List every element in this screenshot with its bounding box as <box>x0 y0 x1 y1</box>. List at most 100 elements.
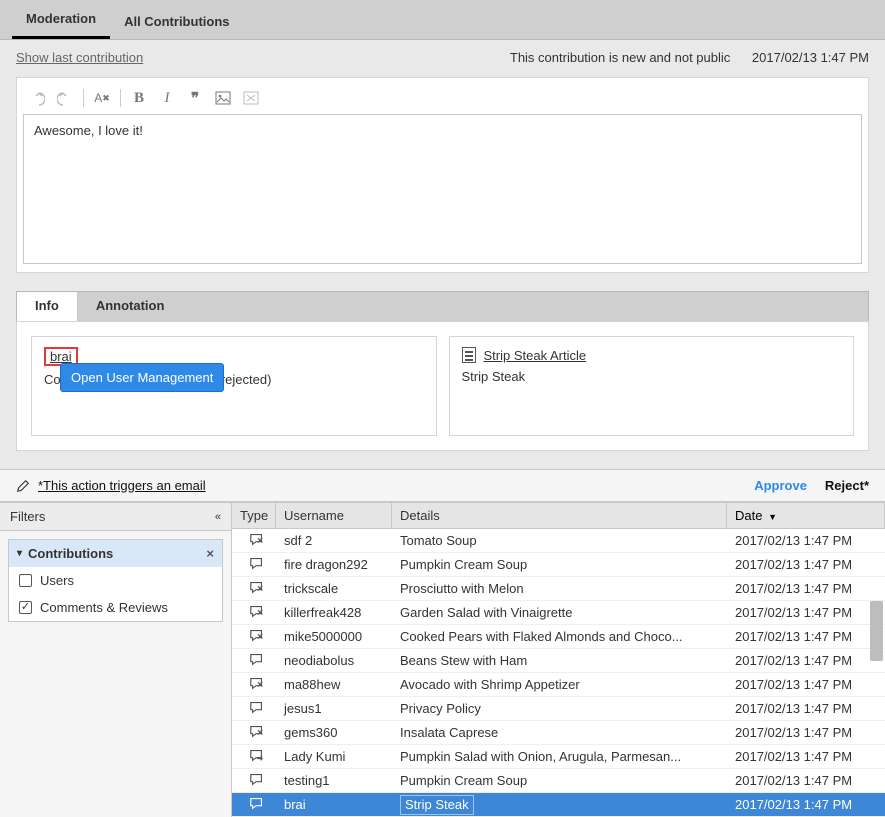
comment-x-icon <box>249 724 265 741</box>
reject-button[interactable]: Reject* <box>825 478 869 493</box>
cell-details: Tomato Soup <box>392 530 727 551</box>
table-row[interactable]: gems360Insalata Caprese2017/02/13 1:47 P… <box>232 721 885 745</box>
cell-date: 2017/02/13 1:47 PM <box>727 578 885 599</box>
table-row[interactable]: fire dragon292Pumpkin Cream Soup2017/02/… <box>232 553 885 577</box>
bold-icon[interactable]: B <box>129 88 149 108</box>
chevron-down-icon: ▾ <box>17 548 22 559</box>
action-bar: *This action triggers an email Approve R… <box>0 469 885 502</box>
cell-details: Cooked Pears with Flaked Almonds and Cho… <box>392 626 727 647</box>
cell-details: Pumpkin Cream Soup <box>392 554 727 575</box>
table-row[interactable]: Lady KumiPumpkin Salad with Onion, Arugu… <box>232 745 885 769</box>
cell-date: 2017/02/13 1:47 PM <box>727 746 885 767</box>
comment-plain-icon <box>249 556 265 573</box>
editor-panel: A✖ B I ❞ Awesome, I love it! <box>16 77 869 273</box>
grid-header: Type Username Details Date ▼ <box>232 503 885 529</box>
table-row[interactable]: ma88hewAvocado with Shrimp Appetizer2017… <box>232 673 885 697</box>
article-title: Strip Steak <box>462 369 842 384</box>
cell-username: sdf 2 <box>276 530 392 551</box>
email-note-link[interactable]: *This action triggers an email <box>38 478 206 493</box>
cell-date: 2017/02/13 1:47 PM <box>727 530 885 551</box>
cell-username: neodiabolus <box>276 650 392 671</box>
cell-details: Insalata Caprese <box>392 722 727 743</box>
scrollbar-thumb[interactable] <box>870 601 883 661</box>
comment-editor[interactable]: Awesome, I love it! <box>23 114 862 264</box>
grid-body[interactable]: sdf 2Tomato Soup2017/02/13 1:47 PMfire d… <box>232 529 885 817</box>
comment-x-icon <box>249 532 265 549</box>
show-last-contribution-link[interactable]: Show last contribution <box>16 50 143 65</box>
tab-moderation[interactable]: Moderation <box>12 1 110 39</box>
table-row[interactable]: sdf 2Tomato Soup2017/02/13 1:47 PM <box>232 529 885 553</box>
filters-sidebar: Filters « ▾ Contributions × Users Commen… <box>0 503 232 817</box>
filter-comments-reviews[interactable]: Comments & Reviews <box>9 594 222 621</box>
cell-details: Prosciutto with Melon <box>392 578 727 599</box>
cell-date: 2017/02/13 1:47 PM <box>727 698 885 719</box>
table-row[interactable]: neodiabolusBeans Stew with Ham2017/02/13… <box>232 649 885 673</box>
checkbox-checked-icon[interactable] <box>19 601 32 614</box>
open-user-management-tooltip[interactable]: Open User Management <box>60 363 224 392</box>
article-link[interactable]: Strip Steak Article <box>484 348 587 363</box>
table-row[interactable]: testing1Pumpkin Cream Soup2017/02/13 1:4… <box>232 769 885 793</box>
insert-image-icon[interactable] <box>213 88 233 108</box>
comment-plain-icon <box>249 652 265 669</box>
filter-users[interactable]: Users <box>9 567 222 594</box>
clear-formatting-icon[interactable]: A✖ <box>92 88 112 108</box>
table-row[interactable]: killerfreak428Garden Salad with Vinaigre… <box>232 601 885 625</box>
user-info-panel: brai Co ntributions placeholder | (0 rej… <box>31 336 437 436</box>
table-row[interactable]: jesus1Privacy Policy2017/02/13 1:47 PM <box>232 697 885 721</box>
checkbox-unchecked-icon[interactable] <box>19 574 32 587</box>
col-header-details[interactable]: Details <box>392 503 727 528</box>
approve-button[interactable]: Approve <box>754 478 807 493</box>
tab-all-contributions[interactable]: All Contributions <box>110 4 243 39</box>
cell-username: mike5000000 <box>276 626 392 647</box>
filters-title: Filters <box>10 509 45 524</box>
collapse-filters-icon[interactable]: « <box>215 511 221 523</box>
comment-plain-icon <box>249 796 265 813</box>
col-header-username[interactable]: Username <box>276 503 392 528</box>
redo-icon[interactable] <box>55 88 75 108</box>
cell-username: ma88hew <box>276 674 392 695</box>
cell-date: 2017/02/13 1:47 PM <box>727 674 885 695</box>
comment-plain-icon <box>249 700 265 717</box>
tab-info[interactable]: Info <box>17 292 78 321</box>
comment-x-icon <box>249 580 265 597</box>
cell-username: killerfreak428 <box>276 602 392 623</box>
cell-date: 2017/02/13 1:47 PM <box>727 770 885 791</box>
undo-icon[interactable] <box>27 88 47 108</box>
filter-group-contributions: ▾ Contributions × Users Comments & Revie… <box>8 539 223 622</box>
blockquote-icon[interactable]: ❞ <box>185 88 205 108</box>
info-panels: brai Co ntributions placeholder | (0 rej… <box>16 321 869 451</box>
close-filter-group-icon[interactable]: × <box>206 546 214 561</box>
editor-toolbar: A✖ B I ❞ <box>23 84 862 114</box>
comment-x-icon <box>249 676 265 693</box>
contribution-grid: Type Username Details Date ▼ sdf 2Tomato… <box>232 503 885 817</box>
filter-group-header[interactable]: ▾ Contributions × <box>9 540 222 567</box>
remove-image-icon[interactable] <box>241 88 261 108</box>
sort-desc-icon: ▼ <box>768 512 777 522</box>
comment-x-icon <box>249 604 265 621</box>
cell-username: Lady Kumi <box>276 746 392 767</box>
cell-username: fire dragon292 <box>276 554 392 575</box>
info-annotation-tabs: Info Annotation <box>16 291 869 321</box>
cell-details: Strip Steak <box>392 792 727 817</box>
top-tabs: Moderation All Contributions <box>0 0 885 40</box>
document-icon <box>462 347 476 363</box>
article-info-panel: Strip Steak Article Strip Steak <box>449 336 855 436</box>
comment-reply-icon <box>249 748 265 765</box>
table-row[interactable]: trickscaleProsciutto with Melon2017/02/1… <box>232 577 885 601</box>
table-row[interactable]: braiStrip Steak2017/02/13 1:47 PM <box>232 793 885 817</box>
italic-icon[interactable]: I <box>157 88 177 108</box>
cell-date: 2017/02/13 1:47 PM <box>727 554 885 575</box>
tab-annotation[interactable]: Annotation <box>78 292 183 321</box>
cell-details: Beans Stew with Ham <box>392 650 727 671</box>
contribution-status-text: This contribution is new and not public <box>510 50 730 65</box>
cell-details: Privacy Policy <box>392 698 727 719</box>
contribution-date: 2017/02/13 1:47 PM <box>752 50 869 65</box>
col-header-type[interactable]: Type <box>232 503 276 528</box>
col-header-date[interactable]: Date ▼ <box>727 503 885 528</box>
cell-username: trickscale <box>276 578 392 599</box>
comment-plain-icon <box>249 772 265 789</box>
cell-username: brai <box>276 794 392 815</box>
cell-date: 2017/02/13 1:47 PM <box>727 626 885 647</box>
cell-details: Pumpkin Cream Soup <box>392 770 727 791</box>
table-row[interactable]: mike5000000Cooked Pears with Flaked Almo… <box>232 625 885 649</box>
